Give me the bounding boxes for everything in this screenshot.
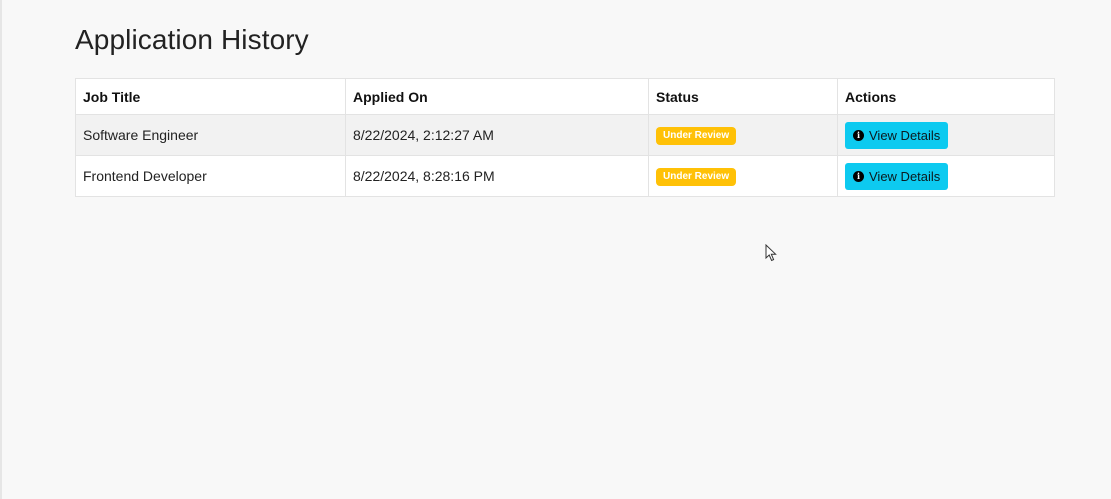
column-header-status: Status [648,78,838,115]
view-details-label: View Details [869,168,941,184]
job-title-cell: Software Engineer [75,114,346,156]
column-header-job-title: Job Title [75,78,346,115]
applied-on-cell: 8/22/2024, 2:12:27 AM [345,114,649,156]
view-details-label: View Details [869,127,941,143]
info-circle-icon: i [853,129,864,141]
status-badge: Under Review [656,168,737,186]
applied-on-cell: 8/22/2024, 8:28:16 PM [345,155,649,197]
view-details-button[interactable]: i View Details [845,121,949,149]
actions-cell: i View Details [837,114,1055,156]
page: Application History Job Title Applied On… [0,0,1111,499]
info-circle-icon: i [853,170,864,182]
table-header-row: Job Title Applied On Status Actions [75,78,1055,115]
mouse-pointer-icon [765,244,777,262]
application-history-table: Job Title Applied On Status Actions Soft… [75,78,1055,197]
status-badge: Under Review [656,127,737,145]
actions-cell: i View Details [837,155,1055,197]
status-cell: Under Review [648,155,838,197]
column-header-applied-on: Applied On [345,78,649,115]
column-header-actions: Actions [837,78,1055,115]
status-cell: Under Review [648,114,838,156]
table-row: Software Engineer 8/22/2024, 2:12:27 AM … [75,114,1055,156]
page-title: Application History [75,24,309,55]
job-title-cell: Frontend Developer [75,155,346,197]
table-row: Frontend Developer 8/22/2024, 8:28:16 PM… [75,155,1055,197]
view-details-button[interactable]: i View Details [845,162,949,190]
